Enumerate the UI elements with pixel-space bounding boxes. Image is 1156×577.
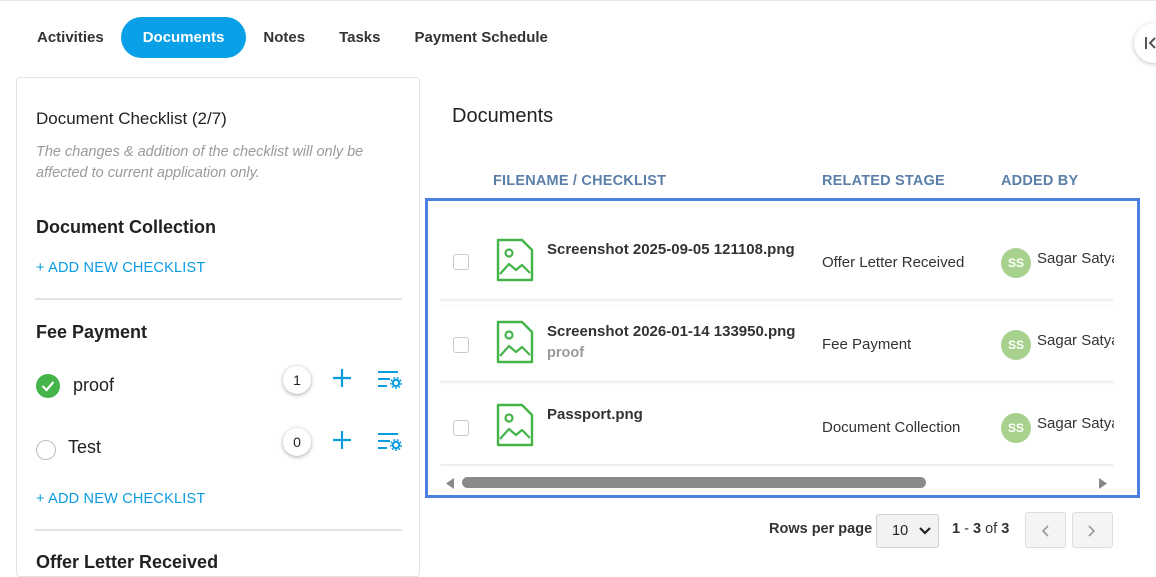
scroll-right-icon[interactable] xyxy=(1098,478,1108,489)
range-total: 3 xyxy=(1001,521,1010,537)
table-row[interactable]: Passport.png Document Collection SS Saga… xyxy=(440,388,1114,464)
list-settings-icon[interactable] xyxy=(377,369,403,389)
added-by-name: Sagar Satya xyxy=(1037,415,1114,432)
page-range: 1 - 3 of 3 xyxy=(952,521,1009,537)
check-circle-icon[interactable] xyxy=(36,374,60,398)
checklist-item-label: proof xyxy=(73,375,115,395)
tab-documents[interactable]: Documents xyxy=(120,17,247,58)
of-label: of xyxy=(981,521,1002,537)
tab-tasks[interactable]: Tasks xyxy=(322,17,397,58)
add-checklist-link[interactable]: + ADD NEW CHECKLIST xyxy=(36,260,205,276)
scrollbar-thumb[interactable] xyxy=(462,477,926,488)
tab-notes[interactable]: Notes xyxy=(246,17,322,58)
chevron-right-icon xyxy=(1088,525,1096,537)
row-checkbox[interactable] xyxy=(453,420,469,436)
avatar: SS xyxy=(1001,330,1031,360)
related-stage: Offer Letter Received xyxy=(822,254,965,271)
tab-payment-schedule[interactable]: Payment Schedule xyxy=(398,17,565,58)
checklist-item-label: Test xyxy=(68,437,102,457)
empty-circle-icon[interactable] xyxy=(36,440,56,460)
image-file-icon xyxy=(496,403,534,447)
avatar: SS xyxy=(1001,413,1031,443)
section-divider xyxy=(35,298,402,300)
related-stage: Document Collection xyxy=(822,419,961,436)
section-title-fee-payment: Fee Payment xyxy=(36,322,148,342)
checklist-item: proof 1 xyxy=(35,366,405,406)
section-title-document-collection: Document Collection xyxy=(36,217,217,237)
checklist-title: Document Checklist (2/7) xyxy=(36,109,227,128)
app-frame: Activities Documents Notes Tasks Payment… xyxy=(0,0,1156,577)
rows-per-page-value: 10 xyxy=(892,523,909,539)
row-checkbox[interactable] xyxy=(453,254,469,270)
plus-icon[interactable] xyxy=(332,368,352,388)
chevron-left-icon xyxy=(1041,525,1049,537)
column-header-added-by[interactable]: ADDED BY xyxy=(1001,173,1078,189)
add-checklist-link[interactable]: + ADD NEW CHECKLIST xyxy=(36,491,205,507)
file-name[interactable]: Screenshot 2026-01-14 133950.png xyxy=(547,323,795,340)
document-count-badge: 0 xyxy=(283,428,311,456)
tab-bar: Activities Documents Notes Tasks Payment… xyxy=(20,17,565,58)
related-stage: Fee Payment xyxy=(822,336,912,353)
column-header-stage[interactable]: RELATED STAGE xyxy=(822,173,945,189)
column-header-filename[interactable]: FILENAME / CHECKLIST xyxy=(493,173,666,189)
table-row[interactable]: Screenshot 2026-01-14 133950.png proof F… xyxy=(440,305,1114,381)
file-checklist: proof xyxy=(547,345,585,361)
section-divider xyxy=(35,529,402,531)
next-page-button[interactable] xyxy=(1072,512,1113,548)
checklist-note: The changes & addition of the checklist … xyxy=(36,144,364,181)
plus-icon[interactable] xyxy=(332,430,352,450)
row-checkbox[interactable] xyxy=(453,337,469,353)
range-end: 3 xyxy=(972,521,982,537)
document-checklist-panel: Document Checklist (2/7) The changes & a… xyxy=(16,77,420,577)
file-name[interactable]: Passport.png xyxy=(547,406,643,423)
range-separator: - xyxy=(960,521,973,537)
file-name[interactable]: Screenshot 2025-09-05 121108.png xyxy=(547,241,795,258)
rows-per-page-label: Rows per page xyxy=(769,521,873,537)
added-by-name: Sagar Satya xyxy=(1037,332,1114,349)
document-count-badge: 1 xyxy=(283,366,311,394)
image-file-icon xyxy=(496,238,534,282)
range-start: 1 xyxy=(952,521,961,537)
checklist-item: Test 0 xyxy=(35,428,405,468)
list-settings-icon[interactable] xyxy=(377,431,403,451)
prev-page-button[interactable] xyxy=(1025,512,1066,548)
image-file-icon xyxy=(496,320,534,364)
added-by-name: Sagar Satya xyxy=(1037,250,1114,267)
tab-activities[interactable]: Activities xyxy=(20,17,121,58)
documents-title: Documents xyxy=(452,105,554,127)
chevron-down-icon xyxy=(919,527,931,535)
table-row[interactable]: Screenshot 2025-09-05 121108.png Offer L… xyxy=(440,223,1114,299)
horizontal-scrollbar[interactable] xyxy=(440,473,1114,493)
rows-per-page-select[interactable]: 10 xyxy=(876,514,939,548)
collapse-panel-icon xyxy=(1145,37,1156,49)
avatar: SS xyxy=(1001,248,1031,278)
scroll-left-icon[interactable] xyxy=(445,478,455,489)
collapse-panel-button[interactable] xyxy=(1134,23,1156,63)
documents-table: Screenshot 2025-09-05 121108.png Offer L… xyxy=(440,223,1114,467)
